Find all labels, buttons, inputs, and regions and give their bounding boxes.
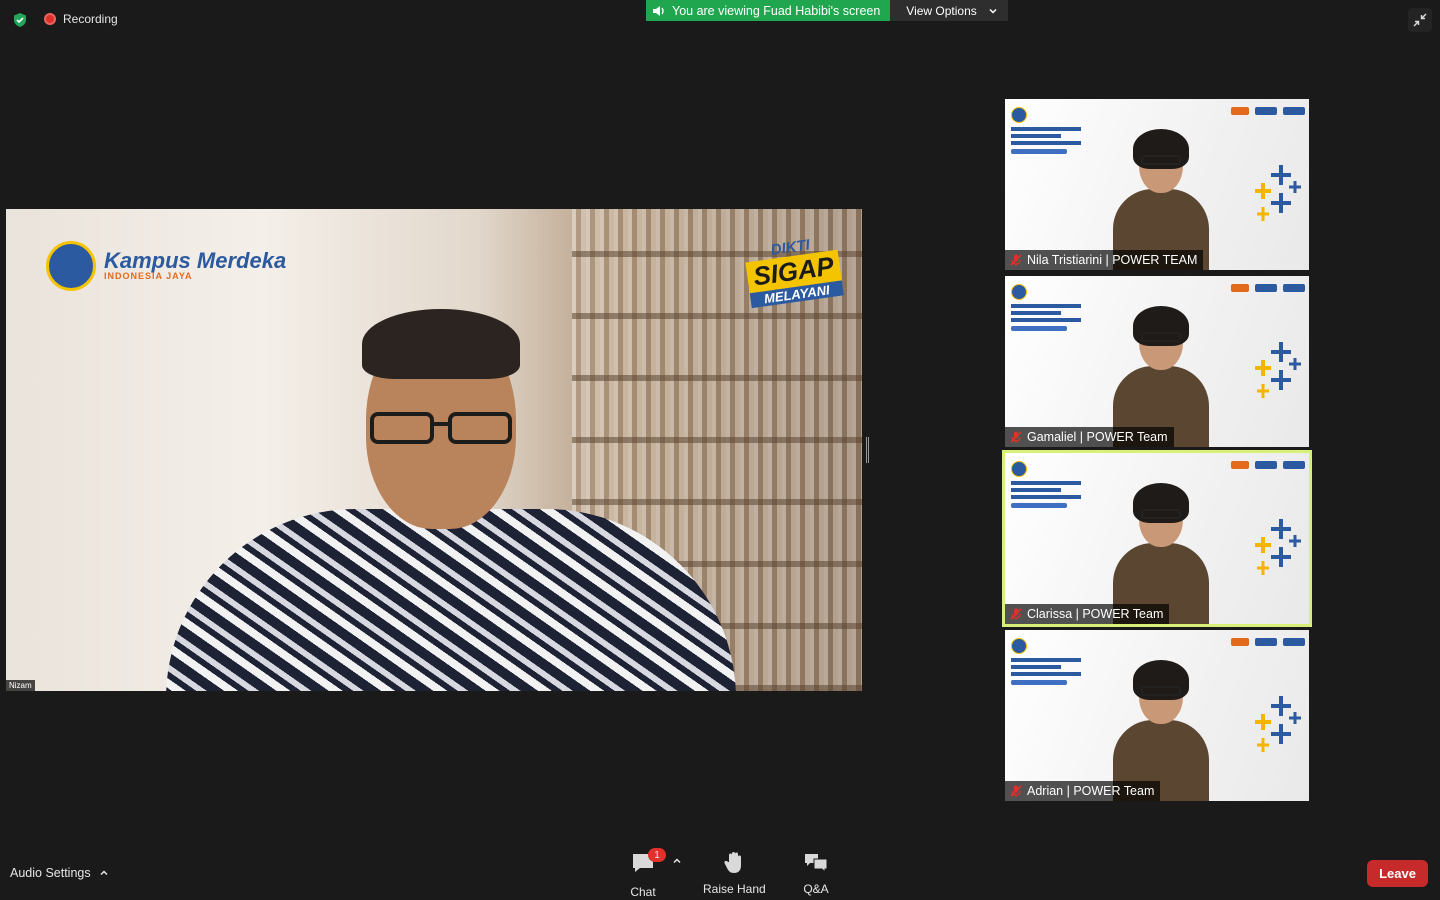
tut-wuri-emblem-icon — [46, 241, 96, 291]
participant-tile[interactable]: Nila Tristiarini | POWER TEAM — [1005, 99, 1309, 270]
chat-options-chevron-up-icon[interactable] — [672, 856, 682, 866]
participant-glasses — [1141, 509, 1181, 519]
speaker-hair — [362, 309, 520, 379]
raise-hand-button[interactable]: Raise Hand — [703, 850, 766, 896]
record-dot-icon — [44, 13, 56, 25]
sponsor-logos — [1231, 107, 1305, 115]
leave-button[interactable]: Leave — [1367, 860, 1428, 887]
audio-settings-label: Audio Settings — [10, 866, 91, 880]
qa-label: Q&A — [803, 882, 829, 896]
shared-screen-video[interactable]: Kampus Merdeka INDONESIA JAYA DIKTI SIGA… — [6, 209, 862, 691]
chat-label: Chat — [630, 885, 656, 899]
participant-name: Adrian | POWER Team — [1027, 784, 1155, 798]
chat-unread-badge: 1 — [648, 848, 666, 862]
participant-glasses — [1141, 686, 1181, 696]
mic-muted-icon — [1010, 608, 1022, 620]
view-options-button[interactable]: View Options — [890, 0, 1009, 21]
sponsor-logos — [1231, 461, 1305, 469]
kampus-merdeka-logo: Kampus Merdeka INDONESIA JAYA — [46, 241, 286, 291]
speaker-icon — [653, 5, 664, 16]
viewing-banner-text: You are viewing Fuad Habibi's screen — [672, 3, 881, 18]
participant-name: Nila Tristiarini | POWER TEAM — [1027, 253, 1198, 267]
participant-video — [1113, 483, 1209, 624]
participant-tile[interactable]: Adrian | POWER Team — [1005, 630, 1309, 801]
shield-check-icon[interactable] — [12, 12, 28, 28]
participant-video — [1113, 129, 1209, 270]
tut-wuri-emblem-icon — [1011, 638, 1027, 654]
qa-icon — [805, 854, 828, 874]
exit-fullscreen-icon — [1413, 13, 1427, 27]
speaker-glasses — [370, 412, 512, 444]
chevron-down-icon — [989, 8, 997, 14]
sponsor-logos — [1231, 284, 1305, 292]
logo-left-title: Kampus Merdeka — [104, 248, 287, 273]
event-title-graphic — [1011, 658, 1081, 688]
exit-fullscreen-button[interactable] — [1408, 8, 1432, 32]
split-resize-handle[interactable] — [866, 437, 869, 463]
participant-name-tag: Gamaliel | POWER Team — [1005, 427, 1174, 447]
chevron-up-icon — [100, 870, 108, 876]
tut-wuri-emblem-icon — [1011, 461, 1027, 477]
plus-pattern-graphic — [1255, 696, 1301, 752]
plus-pattern-graphic — [1255, 165, 1301, 221]
participant-name: Clarissa | POWER Team — [1027, 607, 1164, 621]
event-title-graphic — [1011, 127, 1081, 157]
sponsor-logos — [1231, 638, 1305, 646]
participant-name-tag: Nila Tristiarini | POWER TEAM — [1005, 250, 1204, 270]
participant-glasses — [1141, 332, 1181, 342]
event-title-graphic — [1011, 481, 1081, 511]
participant-tile[interactable]: Gamaliel | POWER Team — [1005, 276, 1309, 447]
chat-button[interactable]: 1 Chat — [630, 848, 666, 899]
raise-hand-label: Raise Hand — [703, 882, 766, 896]
raise-hand-icon — [724, 852, 742, 873]
participant-name-tag: Adrian | POWER Team — [1005, 781, 1161, 801]
mic-muted-icon — [1010, 785, 1022, 797]
plus-pattern-graphic — [1255, 342, 1301, 398]
mic-muted-icon — [1010, 254, 1022, 266]
screen-share-banner: You are viewing Fuad Habibi's screen Vie… — [646, 0, 1009, 21]
participant-glasses — [1141, 155, 1181, 165]
qa-button[interactable]: Q&A — [803, 850, 829, 896]
participant-video — [1113, 306, 1209, 447]
participant-name-tag: Clarissa | POWER Team — [1005, 604, 1170, 624]
tut-wuri-emblem-icon — [1011, 107, 1027, 123]
viewing-banner: You are viewing Fuad Habibi's screen — [646, 0, 891, 21]
tut-wuri-emblem-icon — [1011, 284, 1027, 300]
view-options-label: View Options — [906, 3, 977, 18]
dikti-sigap-logo: DIKTI SIGAP MELAYANI — [743, 233, 844, 309]
audio-settings-button[interactable]: Audio Settings — [10, 866, 109, 880]
mic-muted-icon — [1010, 431, 1022, 443]
speaker-name-tag: Nizam — [6, 680, 35, 691]
event-title-graphic — [1011, 304, 1081, 334]
plus-pattern-graphic — [1255, 519, 1301, 575]
participant-video — [1113, 660, 1209, 801]
participant-tile-active-speaker[interactable]: Clarissa | POWER Team — [1002, 450, 1312, 627]
recording-label: Recording — [63, 12, 118, 26]
participant-name: Gamaliel | POWER Team — [1027, 430, 1168, 444]
recording-indicator[interactable]: Recording — [44, 12, 118, 26]
